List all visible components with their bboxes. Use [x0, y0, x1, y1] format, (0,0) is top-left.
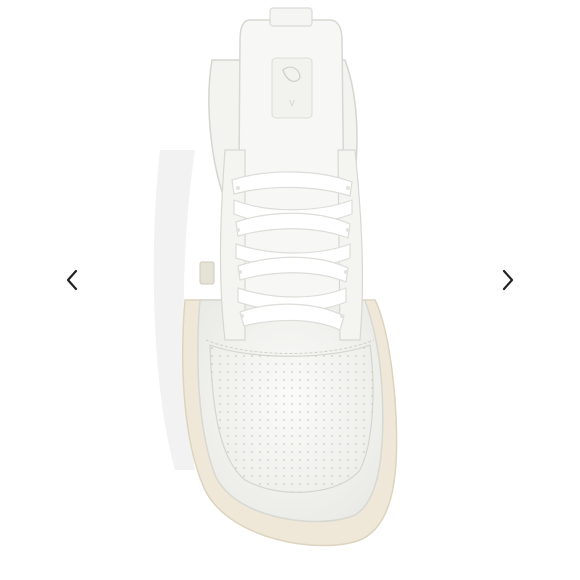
previous-image-button[interactable] — [54, 262, 90, 298]
svg-text:V: V — [289, 99, 295, 108]
next-image-button[interactable] — [490, 262, 526, 298]
chevron-right-icon — [502, 269, 514, 291]
product-image-gallery: V — [0, 0, 580, 580]
chevron-left-icon — [66, 269, 78, 291]
